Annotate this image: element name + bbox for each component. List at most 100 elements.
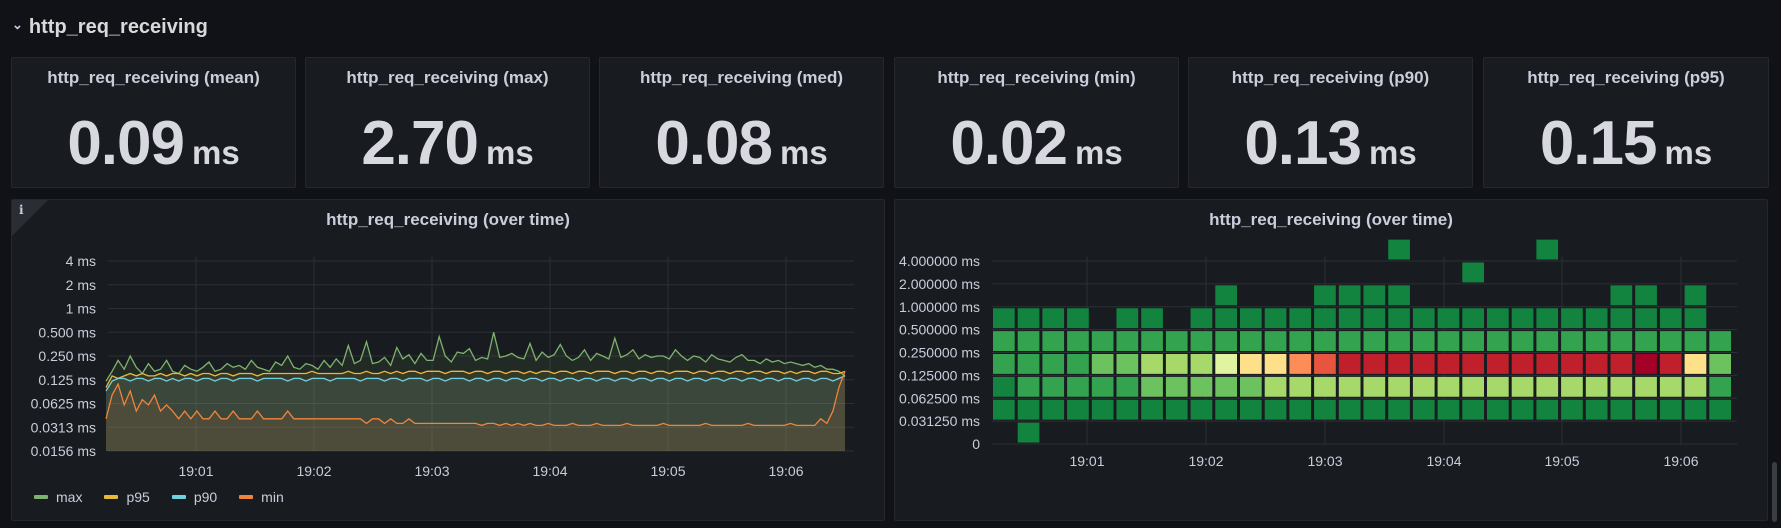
heatmap-cell [1412,354,1435,374]
heatmap-cell [1684,354,1707,374]
heatmap-cell [1116,354,1139,374]
heatmap-cell [1289,376,1312,397]
legend-item-p90[interactable]: p90 [171,489,217,505]
heatmap-cell [1487,399,1509,420]
heatmap-cell [1017,399,1040,420]
heatmap-cell [1610,285,1633,306]
x-tick-label: 19:03 [414,463,449,479]
stat-title: http_req_receiving (med) [639,68,844,87]
page-scrollbar[interactable] [1772,462,1777,522]
heatmap-cell [1141,331,1163,351]
stat-title: http_req_receiving (max) [346,68,549,87]
y-tick-label: 0.0625 ms [31,396,96,412]
heatmap-cell [1536,399,1559,420]
heatmap-cell [1659,308,1682,329]
timeseries-chart[interactable]: 4 ms 2 ms 1 ms 0.500 ms 0.250 ms 0.125 ms 0.06… [12,200,884,520]
y-tick-label: 0.500 ms [38,324,96,340]
stat-title: http_req_receiving (p90) [1231,68,1430,87]
heatmap-cell [1091,354,1114,374]
stat-number: 0.15 [1539,109,1658,178]
stat-panel-max[interactable]: http_req_receiving (max) 2.70 ms [305,57,590,188]
stat-panel-p90[interactable]: http_req_receiving (p90) 0.13 ms [1188,57,1473,188]
heatmap-cell [1215,285,1237,306]
legend-item-p95[interactable]: p95 [104,489,150,505]
heatmap-cell [1684,285,1707,306]
heatmap-cell [1659,376,1682,397]
stat-title: http_req_receiving (min) [937,68,1136,87]
heatmap-cell [1190,308,1213,329]
legend-item-min[interactable]: min [239,489,284,505]
heatmap-panel[interactable]: http_req_receiving (over time) 0 0.031250… [894,199,1768,521]
legend-swatch [104,495,119,499]
stat-value: 0.13 ms [1189,108,1472,179]
heatmap-cell [1091,331,1114,351]
heatmap-cell [1437,376,1460,397]
legend-label: max [56,489,83,505]
heatmap-cell [1511,399,1534,420]
stat-panel-p95[interactable]: http_req_receiving (p95) 0.15 ms [1483,57,1769,188]
y-tick-label: 0.0156 ms [31,443,96,459]
legend-swatch [34,495,48,499]
heatmap-cell [1610,354,1633,374]
heatmap-cell [1314,331,1336,351]
heatmap-cell [1635,285,1657,306]
y-tick-label: 4 ms [66,253,96,269]
heatmap-cell [1165,354,1188,374]
heatmap-cell [1314,376,1336,397]
heatmap-cell [1437,308,1460,329]
heatmap-cell [1091,399,1114,420]
heatmap-cell [1709,376,1731,397]
heatmap-cell [1388,239,1410,260]
row-header[interactable]: ⌄ http_req_receiving [12,12,208,42]
stat-panel-mean[interactable]: http_req_receiving (mean) 0.09 ms [11,57,296,188]
heatmap-cell [1610,331,1633,351]
heatmap-cell [1388,399,1410,420]
heatmap-cell [1215,354,1237,374]
heatmap-cell [1338,331,1361,351]
heatmap-chart[interactable]: 0 0.031250 ms 0.062500 ms 0.125000 ms 0.2500… [895,200,1767,520]
heatmap-cell [1585,376,1608,397]
heatmap-cell [1042,331,1065,351]
heatmap-cell [1388,354,1410,374]
heatmap-cell [1487,331,1509,351]
heatmap-cell [1338,399,1361,420]
heatmap-cell [993,399,1015,420]
x-tick-label: 19:01 [178,463,213,479]
heatmap-cell [1116,308,1139,329]
heatmap-cell [1190,376,1213,397]
stat-value: 0.08 ms [600,108,883,179]
heatmap-cell [1659,399,1682,420]
heatmap-cell [1067,308,1089,329]
y-tick-label: 0.500000 ms [899,322,980,338]
legend-item-max[interactable]: max [34,489,82,505]
heatmap-cell [993,331,1015,351]
heatmap-cell [1215,376,1237,397]
timeseries-panel[interactable]: i http_req_receiving (over time) 4 ms 2 m… [11,199,885,521]
heatmap-cell [1042,399,1065,420]
heatmap-cell [1215,308,1237,329]
stat-title: http_req_receiving (mean) [47,68,260,87]
heatmap-cell [1264,308,1287,329]
stat-unit: ms [1074,134,1123,171]
heatmap-cell [1684,399,1707,420]
heatmap-cell [1067,376,1089,397]
x-tick-label: 19:02 [1188,453,1223,469]
legend-label: p95 [126,489,150,505]
stat-panel-min[interactable]: http_req_receiving (min) 0.02 ms [894,57,1179,188]
heatmap-cell [1314,399,1336,420]
heatmap-cell [1116,376,1139,397]
heatmap-cell [1462,308,1484,329]
heatmap-cell [1610,308,1633,329]
heatmap-cell [1141,399,1163,420]
heatmap-cell [1363,285,1386,306]
y-tick-label: 4.000000 ms [899,253,980,269]
heatmap-cell [1141,376,1163,397]
stat-panel-med[interactable]: http_req_receiving (med) 0.08 ms [599,57,884,188]
chevron-down-icon[interactable]: ⌄ [12,17,23,33]
stat-title: http_req_receiving (p95) [1527,68,1725,87]
x-tick-label: 19:01 [1069,453,1104,469]
y-tick-label: 1 ms [66,301,96,317]
x-tick-label: 19:05 [1544,453,1579,469]
x-tick-label: 19:06 [1663,453,1698,469]
x-tick-label: 19:05 [650,463,685,479]
